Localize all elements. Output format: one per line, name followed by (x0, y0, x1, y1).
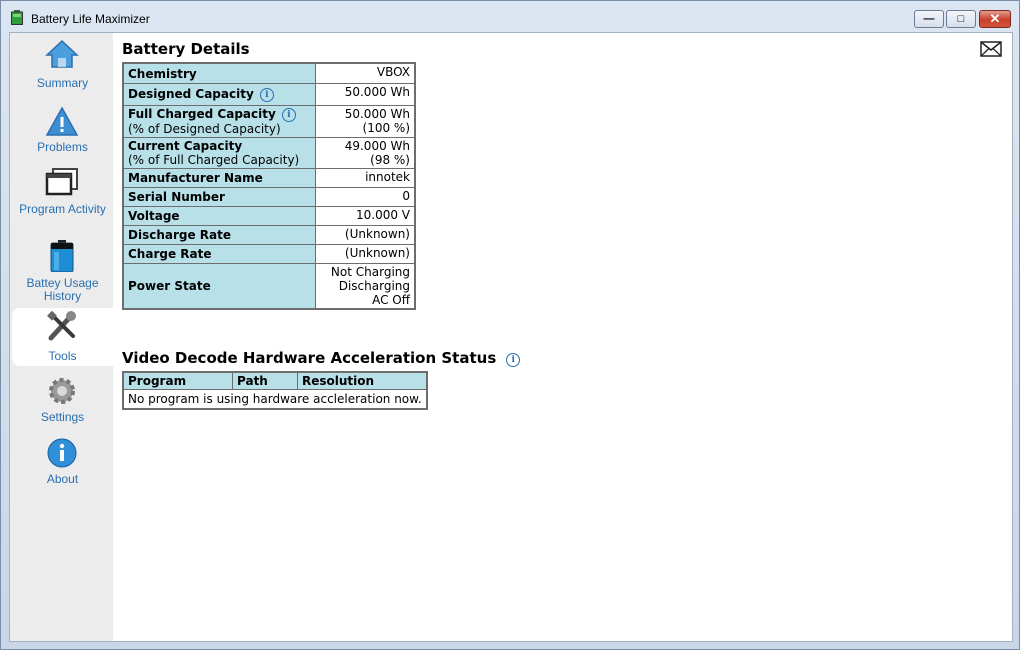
sidebar-item-label: About (46, 472, 79, 486)
tools-icon (47, 310, 76, 341)
sidebar-item-about[interactable]: About (12, 435, 113, 493)
table-row: Discharge Rate (Unknown) (122, 225, 416, 245)
sidebar: Summary Problems Program Activity Battey… (10, 33, 113, 641)
row-value-secondary: (98 %) (370, 153, 410, 167)
sidebar-item-summary[interactable]: Summary (12, 37, 113, 95)
row-label-cell: Full Charged Capacity i (% of Designed Cap… (122, 105, 316, 138)
row-label: Voltage (122, 206, 316, 226)
info-icon (47, 438, 77, 468)
sidebar-item-label: Problems (37, 140, 88, 154)
row-sublabel: (% of Full Charged Capacity) (128, 153, 300, 167)
row-label: Discharge Rate (122, 225, 316, 245)
video-decode-title-wrap: Video Decode Hardware Acceleration Statu… (122, 349, 521, 367)
row-label: Current Capacity (128, 139, 243, 153)
table-row: Voltage 10.000 V (122, 206, 416, 226)
video-decode-table: Program Path Resolution No program is us… (122, 371, 428, 410)
table-row: Manufacturer Name innotek (122, 168, 416, 188)
mail-icon[interactable] (980, 41, 1002, 57)
row-value: (Unknown) (315, 225, 416, 245)
row-value: VBOX (315, 62, 416, 84)
column-header-path[interactable]: Path (232, 371, 298, 390)
minimize-button[interactable]: — (914, 10, 944, 28)
sidebar-item-program-activity[interactable]: Program Activity (12, 163, 113, 221)
row-label: Full Charged Capacity (128, 107, 276, 121)
sidebar-item-settings[interactable]: Settings (12, 373, 113, 431)
sidebar-item-label: Tools (48, 349, 77, 363)
row-value-cell: 49.000 Wh (98 %) (315, 137, 416, 169)
video-decode-title: Video Decode Hardware Acceleration Statu… (122, 349, 497, 367)
row-value: 0 (315, 187, 416, 207)
info-icon[interactable]: i (281, 108, 296, 122)
row-label-cell: Current Capacity (% of Full Charged Capac… (122, 137, 316, 169)
row-label: Serial Number (122, 187, 316, 207)
row-value: 50.000 Wh (344, 107, 410, 121)
battery-details-table: Chemistry VBOX Designed Capacity i 50.000… (122, 62, 416, 310)
row-value: Not Charging (330, 265, 410, 279)
windows-icon (45, 168, 78, 196)
info-icon[interactable]: i (506, 353, 521, 367)
maximize-icon: □ (957, 13, 965, 25)
title-bar[interactable]: Battery Life Maximizer — □ ✕ (1, 1, 1019, 32)
row-value-secondary: Discharging (338, 279, 410, 293)
sidebar-item-label: Settings (40, 410, 85, 424)
table-row: Charge Rate (Unknown) (122, 244, 416, 264)
client-area: Summary Problems Program Activity Battey… (9, 32, 1013, 642)
maximize-button[interactable]: □ (946, 10, 976, 28)
table-header-row: Program Path Resolution (122, 371, 428, 390)
row-label: Designed Capacity (128, 87, 254, 101)
row-value-tertiary: AC Off (372, 293, 410, 307)
row-value: 10.000 V (315, 206, 416, 226)
sidebar-item-battery-usage-history[interactable]: Battey Usage History (12, 238, 113, 304)
sidebar-item-label: Summary (36, 76, 89, 90)
home-icon (45, 39, 79, 68)
warning-icon (45, 106, 79, 136)
main-panel: Battery Details Chemistry VBOX Designed … (122, 33, 1002, 633)
row-value: innotek (315, 168, 416, 188)
row-sublabel: (% of Designed Capacity) (128, 122, 281, 136)
app-window: Battery Life Maximizer — □ ✕ Summary Pro… (0, 0, 1020, 650)
table-row: No program is using hardware acclelerati… (122, 389, 428, 410)
table-row: Current Capacity (% of Full Charged Capac… (122, 137, 416, 169)
row-value-cell: 50.000 Wh (100 %) (315, 105, 416, 138)
info-icon[interactable]: i (259, 88, 274, 102)
row-label-cell: Designed Capacity i (122, 83, 316, 106)
table-row: Serial Number 0 (122, 187, 416, 207)
sidebar-item-tools[interactable]: Tools (12, 308, 113, 366)
row-value: 50.000 Wh (315, 83, 416, 106)
row-value-cell: Not Charging Discharging AC Off (315, 263, 416, 310)
table-row: Power State Not Charging Discharging AC Of… (122, 263, 416, 310)
table-row: Designed Capacity i 50.000 Wh (122, 83, 416, 106)
sidebar-item-problems[interactable]: Problems (12, 103, 113, 161)
gear-icon (49, 378, 75, 404)
row-value-secondary: (100 %) (362, 121, 410, 135)
column-header-resolution[interactable]: Resolution (297, 371, 428, 390)
table-row: Full Charged Capacity i (% of Designed Cap… (122, 105, 416, 138)
table-row: Chemistry VBOX (122, 62, 416, 84)
sidebar-item-label: Battey Usage History (26, 276, 99, 303)
close-button[interactable]: ✕ (979, 10, 1011, 28)
battery-icon (50, 240, 74, 272)
row-label: Chemistry (122, 62, 316, 84)
column-header-program[interactable]: Program (122, 371, 233, 390)
minimize-icon: — (923, 13, 935, 25)
sidebar-item-label: Program Activity (19, 202, 106, 216)
empty-message: No program is using hardware acclelerati… (122, 389, 428, 410)
battery-details-title: Battery Details (122, 40, 250, 58)
close-icon: ✕ (989, 11, 1001, 26)
battery-app-icon (11, 10, 23, 25)
row-value: (Unknown) (315, 244, 416, 264)
row-label: Manufacturer Name (122, 168, 316, 188)
row-label: Power State (122, 263, 316, 310)
window-title: Battery Life Maximizer (31, 12, 150, 26)
row-value: 49.000 Wh (344, 139, 410, 153)
row-label: Charge Rate (122, 244, 316, 264)
